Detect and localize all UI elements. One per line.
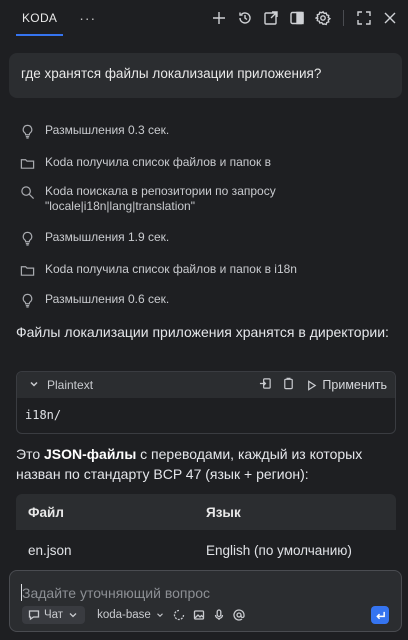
mention-icon[interactable] [233, 609, 245, 621]
apply-button[interactable]: Применить [305, 378, 387, 392]
chevron-down-icon[interactable] [25, 378, 47, 392]
step-list-files[interactable]: Koda получила список файлов и папок в [20, 155, 271, 171]
folder-icon [20, 263, 35, 278]
mode-selector[interactable]: Чат [22, 606, 86, 624]
search-icon [20, 185, 35, 200]
microphone-icon[interactable] [213, 609, 225, 621]
insert-icon[interactable] [259, 377, 272, 393]
table-header-language: Язык [206, 504, 241, 520]
expand-icon[interactable] [354, 8, 374, 28]
step-text-query: "locale|i18n|lang|translation" [45, 199, 195, 213]
chevron-down-icon [69, 613, 77, 618]
table-cell-file: en.json [28, 542, 72, 558]
folder-icon [20, 156, 35, 171]
lightbulb-icon [20, 293, 35, 308]
step-thinking[interactable]: Размышления 0.6 сек. [20, 292, 169, 308]
step-text: Размышления 0.6 сек. [45, 292, 170, 306]
step-text: Размышления 0.3 сек. [45, 123, 170, 137]
image-icon[interactable] [193, 609, 205, 621]
split-view-icon[interactable] [287, 8, 307, 28]
table-header-file: Файл [28, 504, 64, 520]
loading-spinner-icon [173, 609, 185, 621]
answer-text-prefix: Это [16, 446, 44, 462]
table-header-row: Файл Язык [16, 494, 396, 530]
locale-table: Файл Язык en.json English (по умолчанию) [16, 494, 396, 564]
answer-intro: Файлы локализации приложения хранятся в … [16, 324, 389, 340]
answer-text-bold: JSON-файлы [44, 446, 137, 462]
code-block-header: Plaintext Применить [17, 372, 395, 398]
settings-icon[interactable] [313, 8, 333, 28]
code-actions: Применить [259, 377, 387, 393]
step-search[interactable]: Koda поискала в репозитории по запросу "… [20, 184, 276, 214]
chat-input-placeholder[interactable]: Задайте уточняющий вопрос [22, 585, 210, 601]
enter-icon [375, 611, 385, 619]
top-bar: KODA ··· [0, 0, 408, 36]
history-icon[interactable] [235, 8, 255, 28]
tab-koda[interactable]: KODA [8, 0, 71, 36]
model-selector[interactable]: koda-base [97, 609, 165, 621]
open-in-window-icon[interactable] [261, 8, 281, 28]
step-list-files-i18n[interactable]: Koda получила список файлов и папок в i1… [20, 262, 297, 278]
table-row: en.json English (по умолчанию) [16, 530, 396, 564]
step-text-line1: Koda поискала в репозитории по запросу [45, 184, 276, 198]
copy-icon[interactable] [282, 377, 295, 393]
user-question: где хранятся файлы локализации приложени… [9, 53, 402, 98]
answer-details: Это JSON-файлы с переводами, каждый из к… [16, 444, 396, 484]
more-options-button[interactable]: ··· [79, 10, 96, 26]
chat-content[interactable]: где хранятся файлы локализации приложени… [0, 36, 408, 564]
table-cell-language: English (по умолчанию) [206, 542, 352, 558]
step-thinking[interactable]: Размышления 1.9 сек. [20, 230, 169, 246]
step-text: Koda получила список файлов и папок в i1… [45, 262, 297, 276]
step-thinking[interactable]: Размышления 0.3 сек. [20, 123, 169, 139]
code-language: Plaintext [47, 378, 94, 392]
chat-input-box[interactable]: Задайте уточняющий вопрос Чат koda-base [9, 570, 402, 632]
model-label: koda-base [97, 609, 151, 621]
chat-bubble-icon [28, 610, 40, 621]
step-text: Размышления 1.9 сек. [45, 230, 170, 244]
lightbulb-icon [20, 124, 35, 139]
play-icon [308, 379, 317, 391]
chevron-down-icon [156, 613, 163, 618]
code-block: Plaintext Применить i18n/ [16, 371, 396, 434]
top-actions [209, 8, 400, 28]
apply-label: Применить [322, 378, 387, 392]
step-text: Koda поискала в репозитории по запросу "… [45, 184, 276, 214]
plus-icon[interactable] [209, 8, 229, 28]
toolbar-divider [343, 10, 344, 26]
mode-label: Чат [44, 609, 64, 621]
send-button[interactable] [371, 606, 389, 624]
lightbulb-icon [20, 231, 35, 246]
step-text: Koda получила список файлов и папок в [45, 155, 271, 169]
code-content: i18n/ [25, 408, 62, 422]
close-icon[interactable] [380, 8, 400, 28]
input-toolbar: Чат koda-base [22, 606, 389, 624]
